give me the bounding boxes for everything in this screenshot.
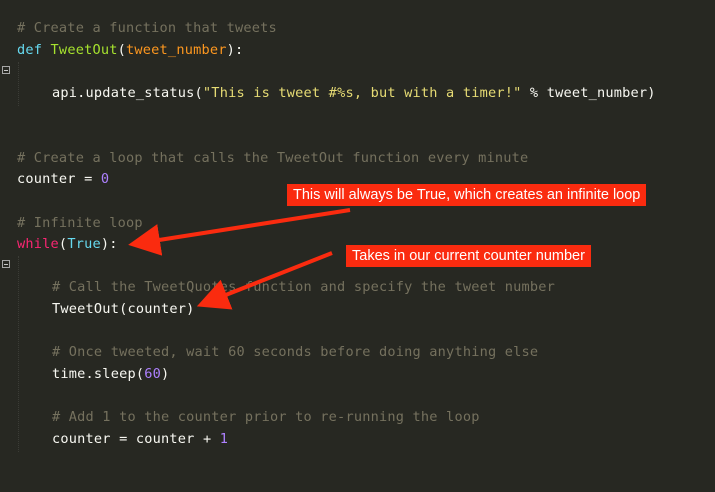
arrow-to-while-true — [128, 208, 351, 256]
annotation-infinite-loop: This will always be True, which creates … — [287, 184, 647, 206]
arrow-to-tweetout-call — [196, 251, 333, 310]
annotation-arrows — [128, 208, 351, 310]
annotation-counter-number: Takes in our current counter number — [346, 245, 591, 267]
